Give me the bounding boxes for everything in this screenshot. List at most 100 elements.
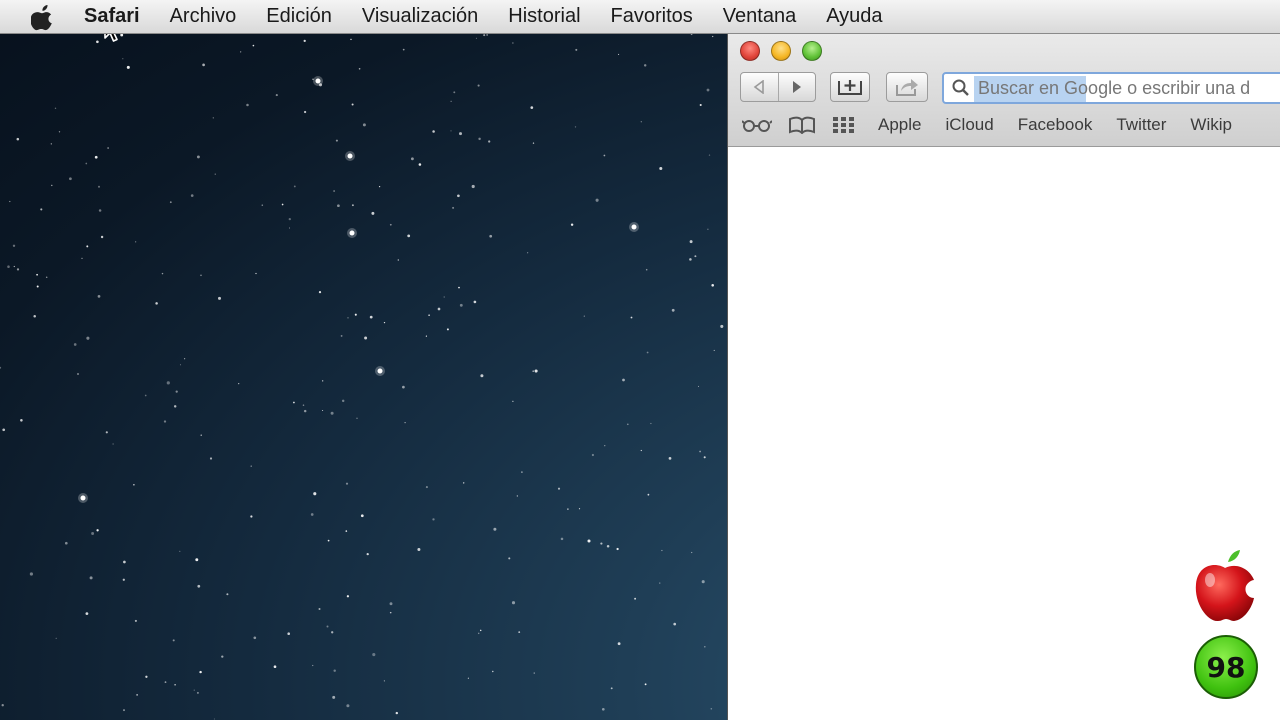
page-content-area[interactable] bbox=[728, 147, 1280, 720]
apple-menu-icon[interactable] bbox=[28, 2, 58, 32]
star bbox=[708, 154, 711, 156]
star bbox=[331, 631, 334, 634]
menu-ayuda[interactable]: Ayuda bbox=[826, 5, 882, 28]
star bbox=[350, 38, 352, 41]
star bbox=[340, 334, 343, 337]
star bbox=[480, 374, 484, 378]
star bbox=[172, 639, 175, 642]
star bbox=[478, 137, 481, 141]
star bbox=[486, 34, 488, 36]
star bbox=[533, 672, 535, 674]
star bbox=[603, 154, 606, 157]
forward-button[interactable] bbox=[779, 73, 816, 101]
star bbox=[303, 409, 307, 413]
star bbox=[378, 185, 381, 188]
star bbox=[410, 157, 414, 161]
channel-badge: 98 bbox=[1194, 635, 1258, 699]
star bbox=[281, 203, 284, 206]
bookmark-twitter[interactable]: Twitter bbox=[1116, 115, 1166, 135]
star bbox=[81, 257, 83, 260]
reading-list-icon[interactable] bbox=[742, 117, 772, 133]
menu-edicion[interactable]: Edición bbox=[266, 5, 332, 28]
star bbox=[133, 483, 135, 486]
search-placeholder-text: Buscar en Google o escribir una d bbox=[978, 77, 1251, 98]
star bbox=[289, 227, 290, 229]
star bbox=[530, 106, 534, 109]
star bbox=[534, 369, 538, 373]
star bbox=[446, 328, 449, 331]
menu-historial[interactable]: Historial bbox=[508, 5, 580, 28]
star bbox=[457, 194, 460, 198]
menu-visualizacion[interactable]: Visualización bbox=[362, 5, 478, 28]
menu-safari[interactable]: Safari bbox=[84, 5, 140, 28]
back-button[interactable] bbox=[741, 73, 779, 101]
star bbox=[195, 558, 199, 562]
star bbox=[318, 608, 321, 610]
bookmark-apple[interactable]: Apple bbox=[878, 115, 921, 135]
star bbox=[720, 324, 724, 328]
star bbox=[600, 542, 603, 545]
star bbox=[574, 126, 577, 128]
star bbox=[96, 40, 99, 44]
star bbox=[711, 284, 714, 287]
star bbox=[64, 541, 68, 545]
star bbox=[473, 300, 477, 304]
star bbox=[112, 443, 114, 445]
star bbox=[163, 420, 167, 423]
forward-arrow-icon bbox=[792, 81, 801, 93]
star bbox=[50, 143, 52, 145]
star bbox=[647, 493, 650, 496]
menu-archivo[interactable]: Archivo bbox=[170, 5, 237, 28]
star bbox=[512, 400, 514, 402]
star bbox=[459, 303, 463, 307]
search-address-field[interactable]: Buscar en Google o escribir una d bbox=[942, 72, 1280, 104]
star bbox=[55, 637, 57, 639]
zoom-window-button[interactable] bbox=[802, 41, 822, 61]
bookmark-facebook[interactable]: Facebook bbox=[1018, 115, 1093, 135]
star bbox=[318, 291, 322, 294]
star bbox=[428, 314, 430, 317]
star bbox=[691, 551, 693, 554]
star bbox=[492, 670, 494, 673]
star bbox=[212, 117, 214, 119]
star bbox=[407, 234, 411, 238]
star bbox=[646, 351, 649, 354]
star bbox=[166, 381, 170, 385]
star bbox=[54, 107, 57, 110]
star bbox=[345, 482, 349, 485]
menu-ventana[interactable]: Ventana bbox=[723, 5, 796, 28]
share-icon bbox=[896, 79, 918, 96]
share-button[interactable] bbox=[886, 72, 928, 102]
star bbox=[302, 404, 305, 406]
star bbox=[122, 578, 125, 581]
star bbox=[333, 669, 336, 672]
bookmarks-book-icon[interactable] bbox=[788, 116, 816, 134]
star bbox=[351, 204, 354, 207]
star bbox=[155, 302, 158, 305]
star bbox=[483, 34, 486, 37]
star bbox=[135, 241, 137, 243]
star bbox=[458, 286, 460, 289]
add-bookmark-button[interactable] bbox=[830, 72, 870, 102]
star bbox=[366, 552, 369, 556]
star bbox=[240, 51, 242, 53]
star bbox=[58, 131, 61, 133]
menu-favoritos[interactable]: Favoritos bbox=[611, 5, 693, 28]
star bbox=[250, 465, 252, 467]
star bbox=[659, 582, 661, 584]
minimize-window-button[interactable] bbox=[771, 41, 791, 61]
star bbox=[432, 130, 435, 133]
star bbox=[253, 636, 257, 640]
star bbox=[489, 234, 493, 238]
bookmark-wikipedia[interactable]: Wikip bbox=[1190, 115, 1232, 135]
star bbox=[371, 211, 375, 215]
star bbox=[322, 380, 324, 382]
star bbox=[425, 486, 428, 489]
top-sites-grid-icon[interactable] bbox=[832, 116, 856, 134]
star bbox=[12, 244, 16, 247]
star bbox=[330, 411, 334, 415]
star bbox=[369, 315, 373, 319]
star bbox=[169, 201, 172, 204]
close-window-button[interactable] bbox=[740, 41, 760, 61]
bookmark-icloud[interactable]: iCloud bbox=[945, 115, 993, 135]
